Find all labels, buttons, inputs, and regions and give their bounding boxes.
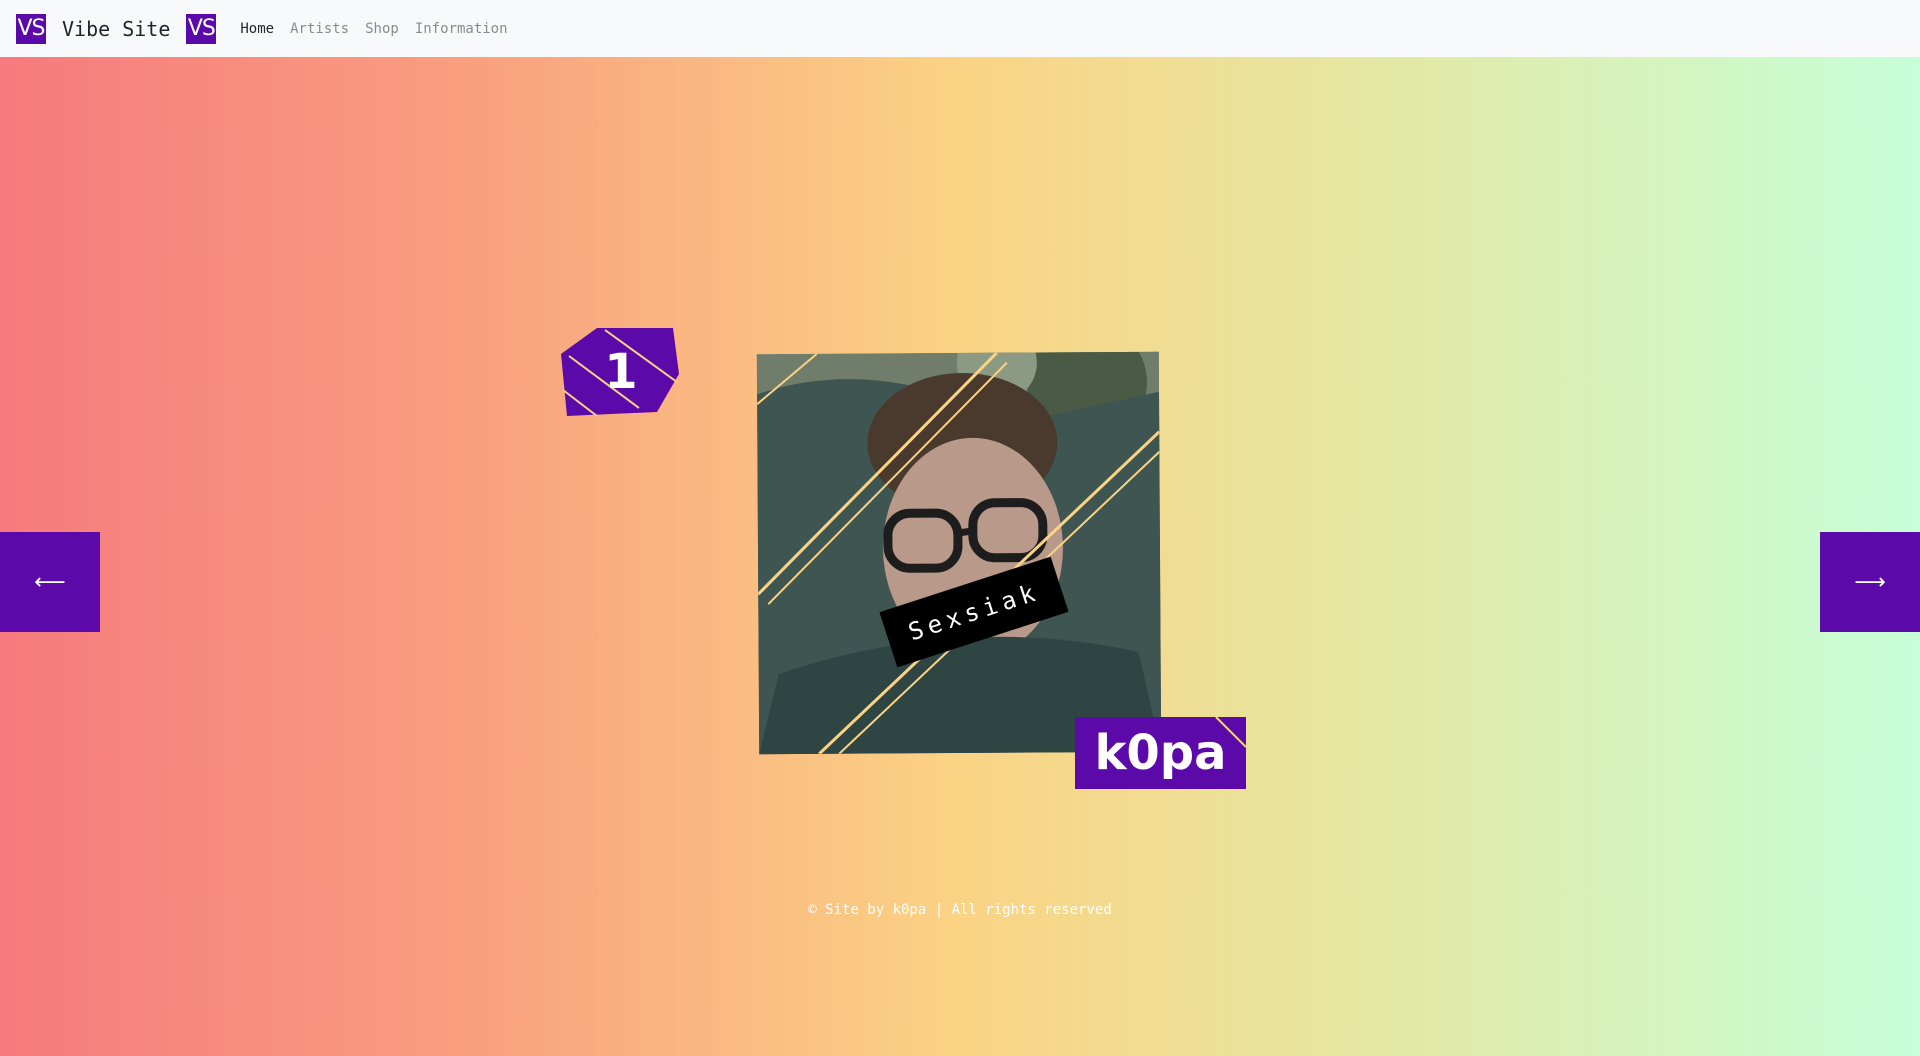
brand-logo-left: VS <box>16 13 46 44</box>
brand-logo-right: VS <box>186 13 217 44</box>
nav-link-information[interactable]: Information <box>415 21 508 37</box>
navbar: VS Vibe Site VS Home Artists Shop Inform… <box>0 0 1920 57</box>
nav-link-home[interactable]: Home <box>240 21 274 37</box>
nav-link-shop[interactable]: Shop <box>365 21 399 37</box>
name-badge-stripe <box>1215 717 1246 748</box>
rank-badge: 1 <box>561 328 679 416</box>
next-slide-button[interactable]: ⟶ <box>1820 532 1920 632</box>
brand-link[interactable]: VS Vibe Site VS <box>16 13 217 44</box>
previous-slide-button[interactable]: ⟵ <box>0 532 100 632</box>
arrow-right-icon: ⟶ <box>1854 569 1886 595</box>
footer-credit: © Site by k0pa | All rights reserved <box>808 902 1112 918</box>
rank-number: 1 <box>604 344 637 400</box>
nav-links: Home Artists Shop Information <box>240 21 507 37</box>
photo-illustration <box>756 351 1162 755</box>
arrow-left-icon: ⟵ <box>34 569 66 595</box>
artist-name-badge[interactable]: k0pa <box>1075 717 1246 789</box>
brand-name: Vibe Site <box>62 16 171 41</box>
artist-photo[interactable] <box>756 351 1162 755</box>
nav-link-artists[interactable]: Artists <box>290 21 349 37</box>
